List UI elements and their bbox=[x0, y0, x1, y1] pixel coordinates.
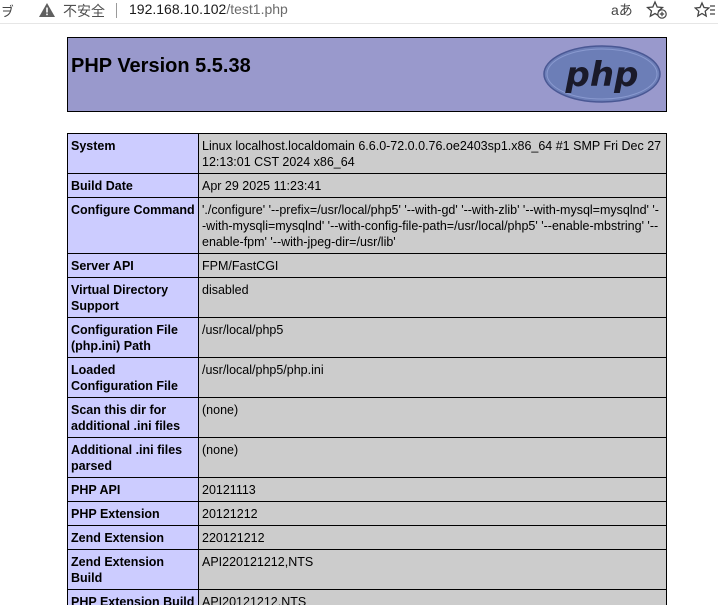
row-label: Configuration File (php.ini) Path bbox=[67, 317, 199, 358]
url-host: 192.168.10.102 bbox=[129, 1, 227, 17]
table-row: PHP API 20121113 bbox=[67, 477, 667, 502]
row-value: disabled bbox=[198, 277, 667, 318]
row-value: Linux localhost.localdomain 6.6.0-72.0.0… bbox=[198, 133, 667, 174]
row-value: './configure' '--prefix=/usr/local/php5'… bbox=[198, 197, 667, 254]
row-value: 20121212 bbox=[198, 501, 667, 526]
table-row: Server API FPM/FastCGI bbox=[67, 253, 667, 278]
row-label: Zend Extension bbox=[67, 525, 199, 550]
row-value: API20121212,NTS bbox=[198, 589, 667, 605]
row-label: Additional .ini files parsed bbox=[67, 437, 199, 478]
row-label: Zend Extension Build bbox=[67, 549, 199, 590]
table-row: Virtual Directory Support disabled bbox=[67, 277, 667, 318]
row-label: PHP Extension Build bbox=[67, 589, 199, 605]
row-value: (none) bbox=[198, 397, 667, 438]
left-edge-glyph: ヺ bbox=[1, 4, 15, 19]
php-logo-text: php bbox=[565, 55, 639, 95]
address-bar: ヺ 不安全 192.168.10.102/test1.php aあ bbox=[0, 0, 718, 24]
read-aloud-icon[interactable]: aあ bbox=[611, 0, 633, 20]
table-row: Configure Command './configure' '--prefix… bbox=[67, 197, 667, 254]
page-title: PHP Version 5.5.38 bbox=[71, 55, 251, 77]
security-status-label[interactable]: 不安全 bbox=[63, 1, 105, 21]
row-label: Server API bbox=[67, 253, 199, 278]
table-row: System Linux localhost.localdomain 6.6.0-… bbox=[67, 133, 667, 174]
php-version-header: PHP Version 5.5.38 php bbox=[67, 37, 667, 112]
row-label: Configure Command bbox=[67, 197, 199, 254]
url-path: /test1.php bbox=[226, 1, 288, 17]
table-row: Zend Extension Build API220121212,NTS bbox=[67, 549, 667, 590]
row-label: Loaded Configuration File bbox=[67, 357, 199, 398]
phpinfo-table: System Linux localhost.localdomain 6.6.0-… bbox=[67, 133, 667, 605]
phpinfo-page: PHP Version 5.5.38 php System Linux local… bbox=[67, 37, 667, 605]
row-label: PHP API bbox=[67, 477, 199, 502]
row-value: 220121212 bbox=[198, 525, 667, 550]
table-row: Zend Extension 220121212 bbox=[67, 525, 667, 550]
row-label: Scan this dir for additional .ini files bbox=[67, 397, 199, 438]
row-value: 20121113 bbox=[198, 477, 667, 502]
table-row: PHP Extension 20121212 bbox=[67, 501, 667, 526]
row-label: Virtual Directory Support bbox=[67, 277, 199, 318]
url-field[interactable]: 192.168.10.102/test1.php bbox=[129, 1, 288, 17]
warning-icon[interactable] bbox=[38, 2, 56, 18]
row-value: Apr 29 2025 11:23:41 bbox=[198, 173, 667, 198]
table-row: Scan this dir for additional .ini files(… bbox=[67, 397, 667, 438]
row-label: System bbox=[67, 133, 199, 174]
table-row: PHP Extension Build API20121212,NTS bbox=[67, 589, 667, 605]
row-label: PHP Extension bbox=[67, 501, 199, 526]
row-value: API220121212,NTS bbox=[198, 549, 667, 590]
favorites-bar-icon[interactable] bbox=[694, 0, 716, 20]
table-row: Loaded Configuration File/usr/local/php5… bbox=[67, 357, 667, 398]
address-divider bbox=[116, 3, 117, 18]
row-value: (none) bbox=[198, 437, 667, 478]
row-value: FPM/FastCGI bbox=[198, 253, 667, 278]
row-label: Build Date bbox=[67, 173, 199, 198]
php-logo: php bbox=[543, 45, 661, 103]
add-favorite-icon[interactable] bbox=[646, 0, 668, 20]
row-value: /usr/local/php5 bbox=[198, 317, 667, 358]
row-value: /usr/local/php5/php.ini bbox=[198, 357, 667, 398]
table-row: Configuration File (php.ini) Path/usr/lo… bbox=[67, 317, 667, 358]
table-row: Build Date Apr 29 2025 11:23:41 bbox=[67, 173, 667, 198]
table-row: Additional .ini files parsed (none) bbox=[67, 437, 667, 478]
